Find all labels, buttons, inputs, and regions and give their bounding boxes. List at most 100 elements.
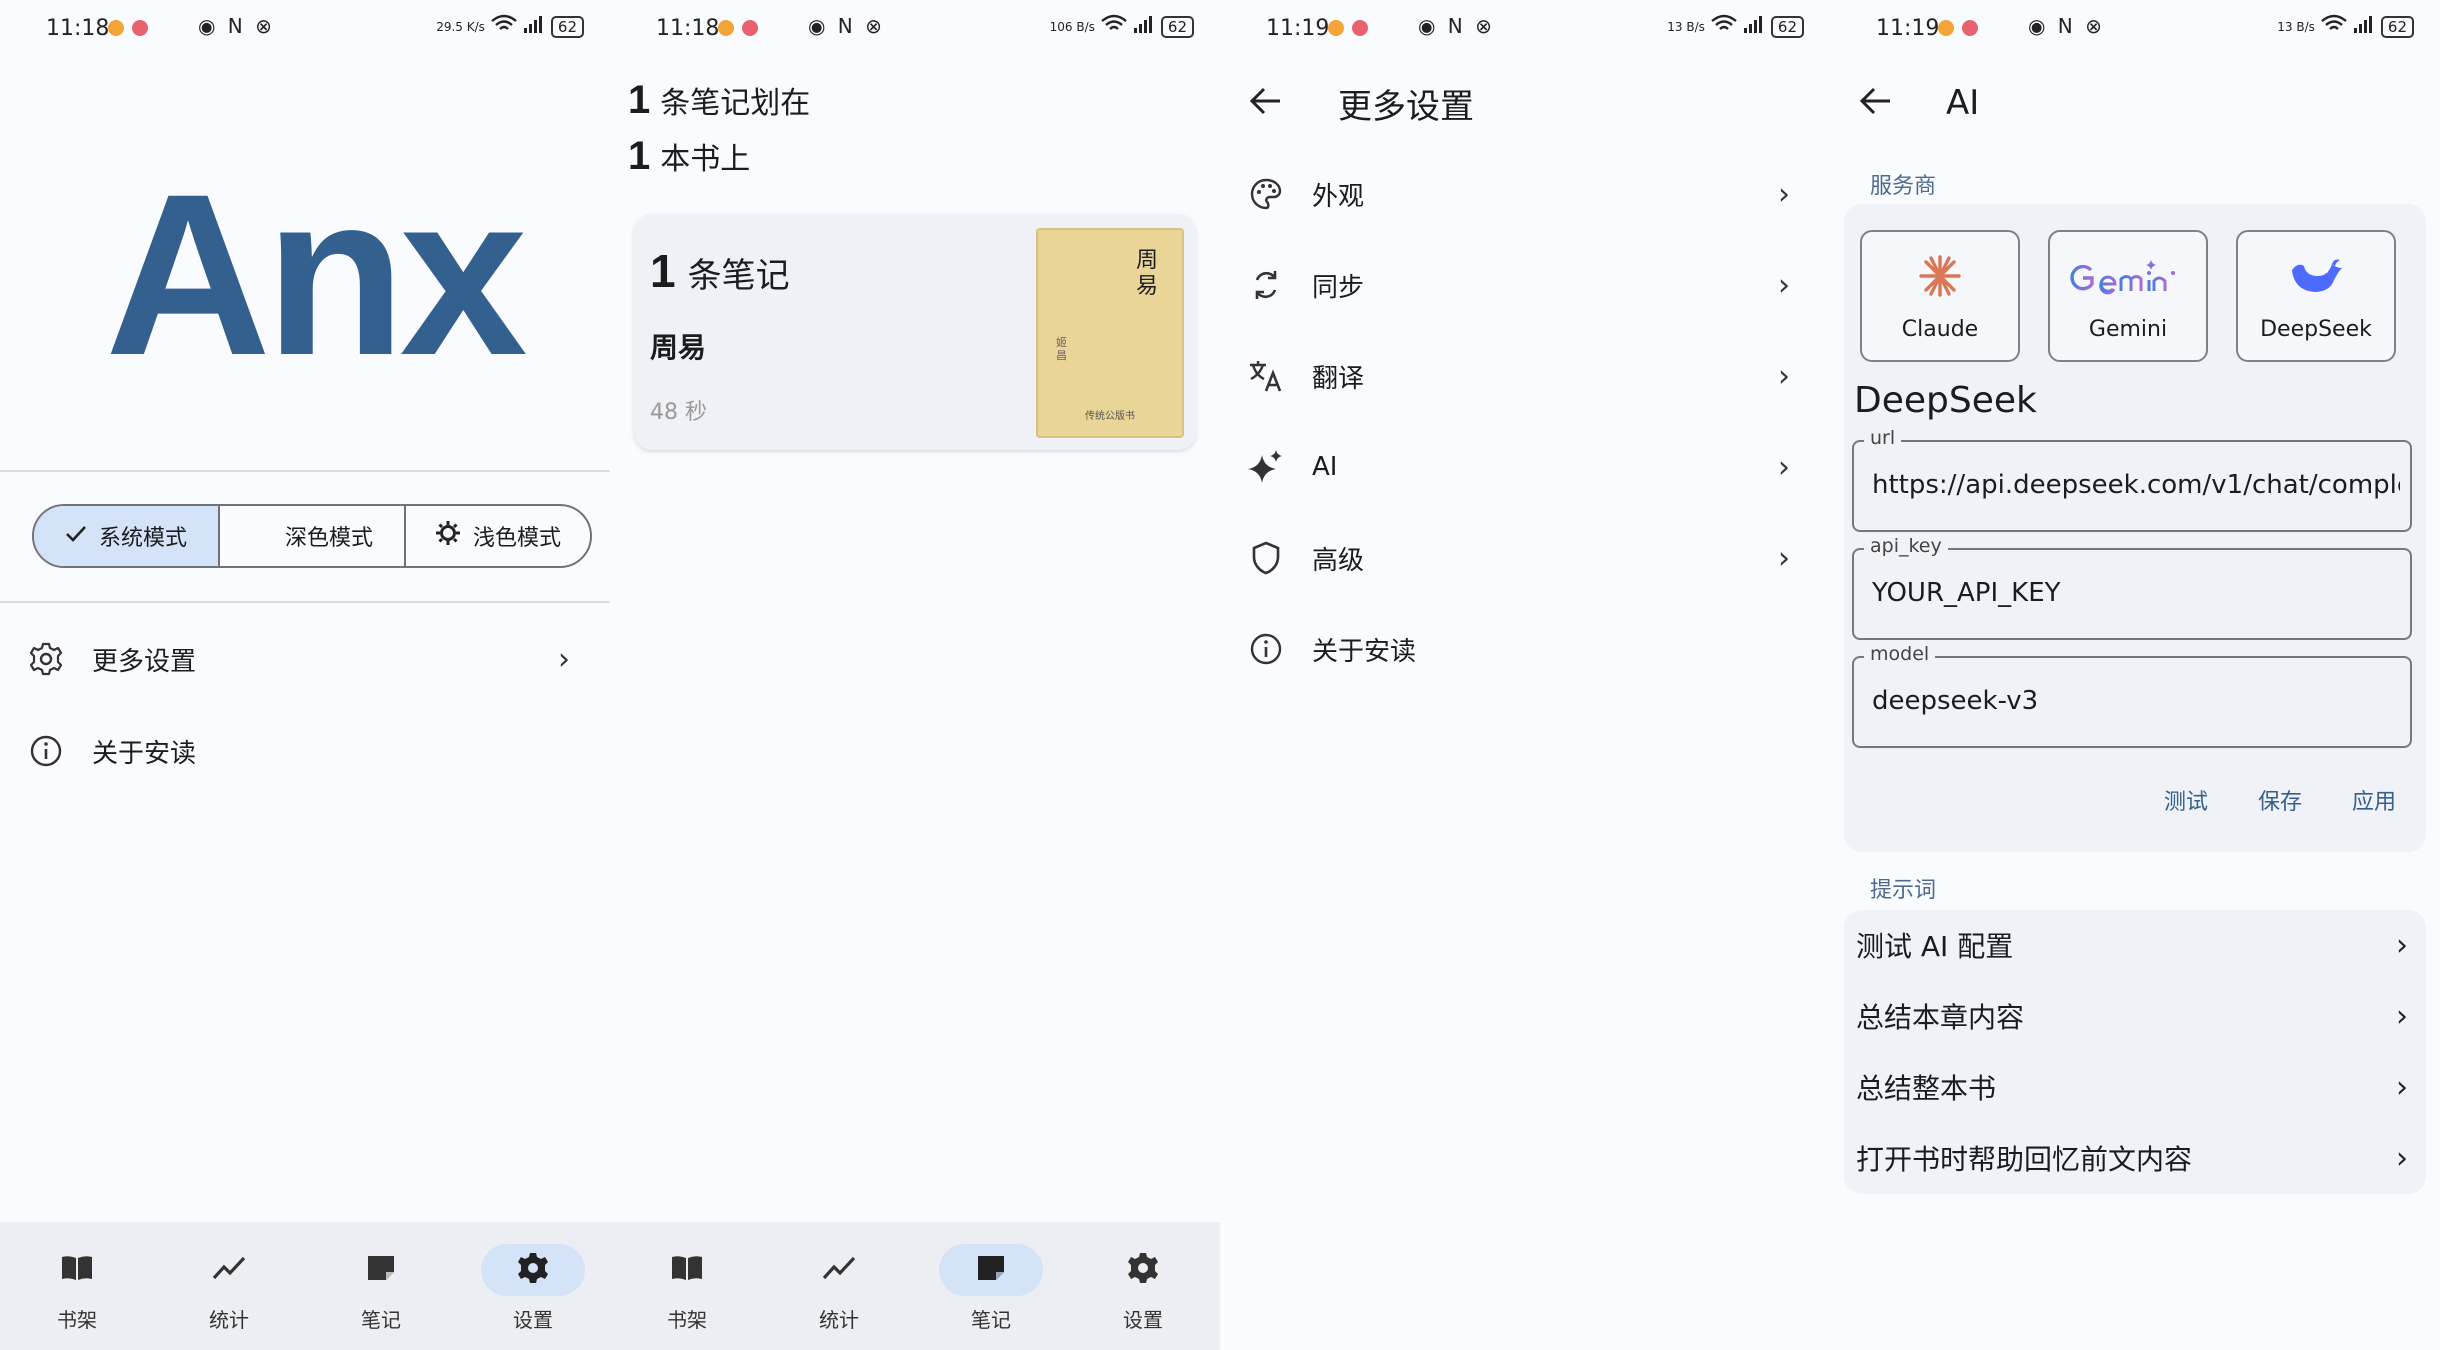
provider-deepseek[interactable]: DeepSeek <box>2236 230 2396 362</box>
battery-icon: 62 <box>550 15 584 38</box>
palette-icon <box>1248 176 1284 212</box>
apply-button[interactable]: 应用 <box>2352 784 2396 816</box>
ai-provider-card: Claude Gemini DeepSeek DeepSeek url http… <box>1844 204 2426 852</box>
model-field-value: deepseek-v3 <box>1872 686 2039 716</box>
nav-notes[interactable]: 笔记 <box>320 1244 442 1333</box>
signal-icon <box>2353 14 2375 39</box>
app-notification-icon <box>108 20 124 36</box>
selected-provider-name: DeepSeek <box>1854 380 2037 421</box>
nav-settings[interactable]: 设置 <box>472 1244 594 1333</box>
shield-icon <box>1248 540 1284 576</box>
ai-actions: 测试 保存 应用 <box>2164 784 2396 816</box>
deepseek-icon <box>2238 254 2394 298</box>
book-cover: 周易 姬昌 传统公版书 <box>1036 228 1184 438</box>
bottom-navigation: 书架 统计 笔记 设置 书架 统计 笔记 设置 <box>0 1222 1220 1350</box>
chevron-right-icon: › <box>2396 998 2408 1034</box>
note-icon <box>974 1254 1008 1286</box>
about-row[interactable]: 关于安读 <box>1220 614 1830 684</box>
info-icon <box>28 733 64 769</box>
model-field[interactable]: model deepseek-v3 <box>1852 643 2412 748</box>
status-time: 11:18 <box>46 16 110 41</box>
gemini-icon <box>2050 254 2206 298</box>
app-notification-icon <box>1352 20 1368 36</box>
advanced-row[interactable]: 高级 › <box>1220 523 1830 593</box>
prompt-item-label: 总结本章内容 <box>1856 1001 2025 1034</box>
status-icons: ◉ N ⊗ <box>808 14 885 38</box>
provider-gemini[interactable]: Gemini <box>2048 230 2208 362</box>
gear-icon <box>1126 1251 1160 1289</box>
sync-row[interactable]: 同步 › <box>1220 250 1830 320</box>
book-notes-card[interactable]: 1 条笔记 周易 48 秒 周易 姬昌 传统公版书 <box>634 214 1196 450</box>
wifi-icon <box>1711 14 1737 39</box>
settings-screen: 11:18 ◉ N ⊗ 29.5 K/s 62 Anx 系统模式 深色模式 浅色… <box>0 0 610 1350</box>
back-arrow-icon[interactable] <box>1858 81 1892 125</box>
test-button[interactable]: 测试 <box>2164 784 2208 816</box>
system-mode-button[interactable]: 系统模式 <box>34 506 220 566</box>
api-key-field-label: api_key <box>1864 535 1948 557</box>
ai-label: AI <box>1312 452 1338 482</box>
nav-bookshelf[interactable]: 书架 <box>16 1244 138 1333</box>
prompt-item[interactable]: 打开书时帮助回忆前文内容 › <box>1844 1123 2426 1193</box>
nav-settings[interactable]: 设置 <box>1082 1244 1204 1333</box>
divider <box>0 601 610 603</box>
dark-mode-button[interactable]: 深色模式 <box>220 506 406 566</box>
light-mode-button[interactable]: 浅色模式 <box>406 506 590 566</box>
wifi-icon <box>1101 14 1127 39</box>
status-net-speed: 13 B/s <box>2277 19 2315 34</box>
save-button[interactable]: 保存 <box>2258 784 2302 816</box>
sun-icon <box>435 520 461 552</box>
system-mode-label: 系统模式 <box>98 526 187 551</box>
prompt-item-label: 测试 AI 配置 <box>1856 930 2014 963</box>
back-arrow-icon[interactable] <box>1248 81 1282 125</box>
book-icon <box>670 1254 704 1286</box>
books-summary-line: 1 本书上 <box>628 134 751 178</box>
app-notification-icon <box>132 20 148 36</box>
translate-icon <box>1248 358 1284 394</box>
signal-icon <box>1133 14 1155 39</box>
providers-section-label: 服务商 <box>1870 174 1937 199</box>
provider-claude-label: Claude <box>1901 317 1979 342</box>
translate-row[interactable]: 翻译 › <box>1220 341 1830 411</box>
prompt-item[interactable]: 测试 AI 配置 › <box>1844 910 2426 980</box>
app-notification-icon <box>1938 20 1954 36</box>
nav-statistics[interactable]: 统计 <box>168 1244 290 1333</box>
notes-screen: 11:18 ◉ N ⊗ 106 B/s 62 1 条笔记划在 1 本书上 1 条笔记 … <box>610 0 1220 1350</box>
chevron-right-icon: › <box>1778 540 1790 576</box>
about-row[interactable]: 关于安读 <box>0 716 610 786</box>
ai-settings-screen: 11:19 ◉ N ⊗ 13 B/s 62 AI 服务商 Claude Gemi… <box>1830 0 2440 1350</box>
status-icons: ◉ N ⊗ <box>198 14 275 38</box>
nav-bookshelf[interactable]: 书架 <box>626 1244 748 1333</box>
nav-statistics[interactable]: 统计 <box>778 1244 900 1333</box>
url-field[interactable]: url https://api.deepseek.com/v1/chat/com… <box>1852 427 2412 532</box>
moon-icon <box>251 522 273 550</box>
more-settings-row[interactable]: 更多设置 › <box>0 624 610 694</box>
prompt-item[interactable]: 总结本章内容 › <box>1844 981 2426 1051</box>
prompt-item[interactable]: 总结整本书 › <box>1844 1052 2426 1122</box>
chevron-right-icon: › <box>1778 176 1790 212</box>
cover-author: 姬昌 <box>1056 336 1067 362</box>
theme-mode-selector: 系统模式 深色模式 浅色模式 <box>32 504 592 568</box>
prompt-item-label: 总结整本书 <box>1856 1072 1997 1105</box>
appearance-row[interactable]: 外观 › <box>1220 159 1830 229</box>
app-notification-icon <box>718 20 734 36</box>
chevron-right-icon: › <box>2396 927 2408 963</box>
ai-row[interactable]: AI › <box>1220 432 1830 502</box>
sparkle-icon <box>1248 449 1284 485</box>
status-net-speed: 29.5 K/s <box>436 19 485 34</box>
page-title: 更多设置 <box>1338 86 1474 127</box>
page-title: AI <box>1946 83 1980 123</box>
app-notification-icon <box>742 20 758 36</box>
info-icon <box>1248 631 1284 667</box>
divider <box>0 470 610 472</box>
chevron-right-icon: › <box>1778 267 1790 303</box>
provider-claude[interactable]: Claude <box>1860 230 2020 362</box>
status-time: 11:18 <box>656 16 720 41</box>
screenshot-collage: 11:18 ◉ N ⊗ 29.5 K/s 62 Anx 系统模式 深色模式 浅色… <box>0 0 2440 1350</box>
about-label: 关于安读 <box>92 738 197 769</box>
trend-icon <box>212 1254 246 1286</box>
note-icon <box>364 1254 398 1286</box>
nav-notes[interactable]: 笔记 <box>930 1244 1052 1333</box>
api-key-field[interactable]: api_key YOUR_API_KEY <box>1852 535 2412 640</box>
appearance-label: 外观 <box>1312 181 1365 212</box>
status-time: 11:19 <box>1266 16 1330 41</box>
